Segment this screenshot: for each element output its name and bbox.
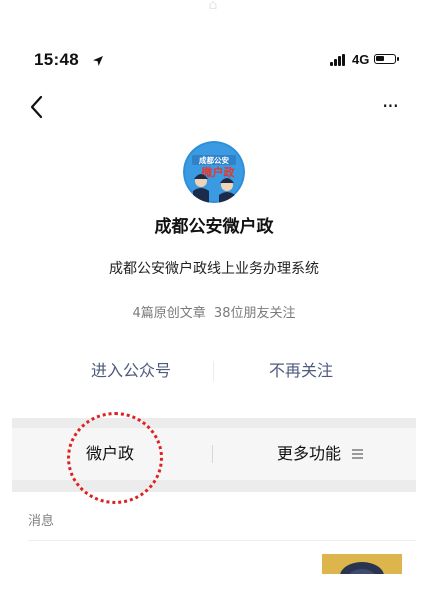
account-stats[interactable]: 4篇原创文章 38位朋友关注 (12, 302, 416, 321)
section-gap (12, 480, 416, 492)
avatar-text-top: 成都公安 (199, 155, 229, 165)
action-divider (213, 361, 214, 381)
section-gap (12, 418, 416, 428)
location-arrow-icon (93, 56, 103, 66)
phone-screen: 15:48 4G ··· 成都公安 微户政 成都公安微户政 成都公安微户政线上业… (12, 26, 416, 574)
more-options-button[interactable]: ··· (376, 96, 404, 116)
message-thumbnail[interactable] (322, 554, 402, 574)
account-name: 成都公安微户政 (154, 217, 274, 237)
menu-item-label: 微户政 (86, 444, 135, 463)
status-time: 15:48 (34, 50, 79, 69)
account-actions: 进入公众号 不再关注 (12, 356, 416, 386)
account-menu-bar: 微户政 更多功能 (12, 428, 416, 480)
account-description: 成都公安微户政线上业务办理系统 (109, 261, 319, 277)
nav-bar: ··· (12, 88, 416, 128)
menu-item-more-functions[interactable]: 更多功能 (277, 428, 364, 480)
status-bar: 15:48 4G (12, 26, 416, 96)
account-avatar: 成都公安 微户政 (183, 141, 245, 203)
menu-divider (212, 445, 213, 463)
back-chevron-icon[interactable] (26, 92, 50, 122)
network-type: 4G (352, 52, 370, 67)
messages-section-label: 消息 (28, 514, 55, 529)
enter-account-button[interactable]: 进入公众号 (46, 356, 216, 386)
menu-list-icon (352, 449, 364, 459)
menu-item-label: 更多功能 (277, 444, 342, 463)
unfollow-button[interactable]: 不再关注 (216, 356, 386, 386)
signal-icon (330, 54, 348, 66)
battery-icon (374, 54, 399, 64)
top-smudge: ⌂ (208, 0, 218, 13)
menu-item-weihuzheng[interactable]: 微户政 (86, 428, 134, 480)
messages-divider (28, 540, 416, 541)
